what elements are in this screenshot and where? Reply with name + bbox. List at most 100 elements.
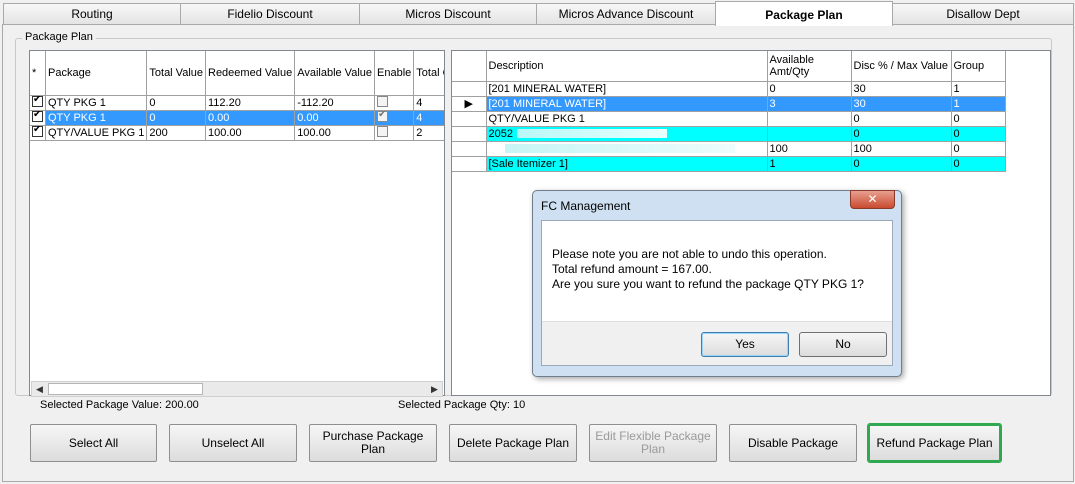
tab-micros-discount[interactable]: Micros Discount [359, 3, 537, 24]
cell-redeemed-value: 112.20 [205, 95, 296, 111]
enable-checkbox[interactable] [377, 110, 389, 123]
dialog-line-3: Are you sure you want to refund the pack… [552, 277, 864, 291]
col-disc-max-value[interactable]: Disc % / Max Value [851, 51, 952, 82]
dialog-footer: Yes No [542, 321, 892, 365]
scroll-thumb[interactable] [48, 383, 203, 395]
tab-disallow-dept[interactable]: Disallow Dept [892, 3, 1074, 24]
row-checkbox-cell[interactable] [30, 110, 46, 126]
col-select[interactable]: * [30, 51, 46, 96]
cell-available-value: 0.00 [294, 110, 376, 126]
row-header[interactable] [452, 81, 487, 97]
table-row[interactable]: [Sale Itemizer 1] 1 0 0 [452, 156, 1006, 172]
scroll-left-icon[interactable]: ◀ [32, 382, 47, 396]
redacted-text [504, 144, 735, 154]
cell-enable[interactable] [374, 95, 415, 111]
table-row[interactable]: 2052 0 0 [452, 126, 1006, 142]
cell-disc: 100 [851, 141, 952, 157]
cell-disc: 30 [851, 81, 952, 97]
cell-total-value: 0 [146, 110, 206, 126]
cell-disc: 0 [851, 156, 952, 172]
delete-package-plan-button[interactable]: Delete Package Plan [449, 424, 577, 462]
table-row[interactable]: QTY/VALUE PKG 1 0 0 [452, 111, 1006, 127]
cell-total-qty: 2 [413, 125, 444, 141]
purchase-package-plan-button[interactable]: Purchase Package Plan [309, 424, 437, 462]
col-enable[interactable]: Enable [374, 51, 415, 96]
cell-package: QTY/VALUE PKG 1 [45, 125, 148, 141]
enable-checkbox[interactable] [377, 96, 389, 108]
cell-available [767, 126, 852, 142]
cell-description: [201 MINERAL WATER] [486, 81, 768, 97]
disable-package-button[interactable]: Disable Package [729, 424, 857, 462]
dialog-title: FC Management [541, 199, 631, 213]
row-checkbox[interactable] [32, 95, 43, 108]
dialog-line-1: Please note you are not able to undo thi… [552, 247, 827, 261]
package-grid[interactable]: * Package Total Value Redeemed Value Ava… [29, 50, 445, 396]
cell-group: 0 [951, 126, 1006, 142]
current-row-arrow-icon: ▶ [464, 98, 473, 110]
redacted-text [516, 129, 667, 139]
cell-total-qty: 4 [413, 110, 444, 126]
col-redeemed-value[interactable]: Redeemed Value [205, 51, 296, 96]
col-available-value[interactable]: Available Value [294, 51, 376, 96]
row-header[interactable] [452, 156, 487, 172]
cell-available: 3 [767, 96, 852, 112]
table-row[interactable]: [201 MINERAL WATER] 0 30 1 [452, 81, 1006, 97]
col-package[interactable]: Package [45, 51, 148, 96]
package-grid-scrollbar[interactable]: ◀ ▶ [31, 381, 443, 397]
cell-disc: 0 [851, 111, 952, 127]
tab-fidelio-discount[interactable]: Fidelio Discount [180, 3, 360, 24]
table-row[interactable]: QTY PKG 1 0 112.20 -112.20 4 [30, 95, 444, 111]
cell-description: 2052 [486, 126, 768, 142]
col-description[interactable]: Description [486, 51, 768, 82]
confirm-dialog: FC Management ✕ Please note you are not … [532, 190, 902, 377]
table-row[interactable]: 100 100 0 [452, 141, 1006, 157]
cell-redeemed-value: 0.00 [205, 110, 296, 126]
cell-redeemed-value: 100.00 [205, 125, 296, 141]
row-header[interactable] [452, 126, 487, 142]
cell-enable[interactable] [374, 125, 415, 141]
cell-available-value: -112.20 [294, 95, 376, 111]
unselect-all-button[interactable]: Unselect All [169, 424, 297, 462]
yes-button[interactable]: Yes [701, 332, 789, 357]
group-label: Package Plan [22, 31, 96, 43]
cell-description: [201 MINERAL WATER] [486, 96, 768, 112]
close-icon[interactable]: ✕ [850, 190, 895, 209]
tab-package-plan[interactable]: Package Plan [715, 1, 893, 26]
table-row[interactable]: QTY/VALUE PKG 1 200 100.00 100.00 2 [30, 125, 444, 141]
tab-micros-advance-discount[interactable]: Micros Advance Discount [536, 3, 716, 24]
no-button[interactable]: No [799, 332, 887, 357]
cell-disc: 0 [851, 126, 952, 142]
cell-group: 0 [951, 156, 1006, 172]
row-checkbox-cell[interactable] [30, 125, 46, 141]
cell-total-qty: 4 [413, 95, 444, 111]
cell-description [486, 141, 768, 157]
col-total-value[interactable]: Total Value [146, 51, 206, 96]
row-checkbox[interactable] [32, 125, 43, 138]
cell-description: QTY/VALUE PKG 1 [486, 111, 768, 127]
cell-available: 1 [767, 156, 852, 172]
cell-disc: 30 [851, 96, 952, 112]
scroll-right-icon[interactable]: ▶ [427, 382, 442, 396]
row-checkbox-cell[interactable] [30, 95, 46, 111]
cell-package: QTY PKG 1 [45, 110, 148, 126]
enable-checkbox[interactable] [377, 126, 389, 138]
row-header[interactable]: ▶ [452, 96, 487, 112]
row-header[interactable] [452, 141, 487, 157]
refund-package-plan-button[interactable]: Refund Package Plan [867, 423, 1002, 463]
row-checkbox[interactable] [32, 110, 43, 123]
edit-flexible-package-plan-button[interactable]: Edit Flexible Package Plan [589, 424, 717, 462]
table-row[interactable]: ▶ [201 MINERAL WATER] 3 30 1 [452, 96, 1006, 112]
row-header[interactable] [452, 111, 487, 127]
table-row[interactable]: QTY PKG 1 0 0.00 0.00 4 [30, 110, 444, 126]
cell-description: [Sale Itemizer 1] [486, 156, 768, 172]
col-available-amt-qty[interactable]: Available Amt/Qty [767, 51, 852, 82]
col-group[interactable]: Group [951, 51, 1006, 82]
selected-package-value: Selected Package Value: 200.00 [40, 399, 199, 411]
cell-enable[interactable] [374, 110, 415, 126]
tab-routing[interactable]: Routing [3, 3, 181, 24]
select-all-button[interactable]: Select All [30, 424, 157, 462]
col-total-qty[interactable]: Total Qty [413, 51, 444, 96]
dialog-message: Please note you are not able to undo thi… [552, 247, 864, 292]
cell-package: QTY PKG 1 [45, 95, 148, 111]
dialog-body: Please note you are not able to undo thi… [541, 220, 893, 366]
